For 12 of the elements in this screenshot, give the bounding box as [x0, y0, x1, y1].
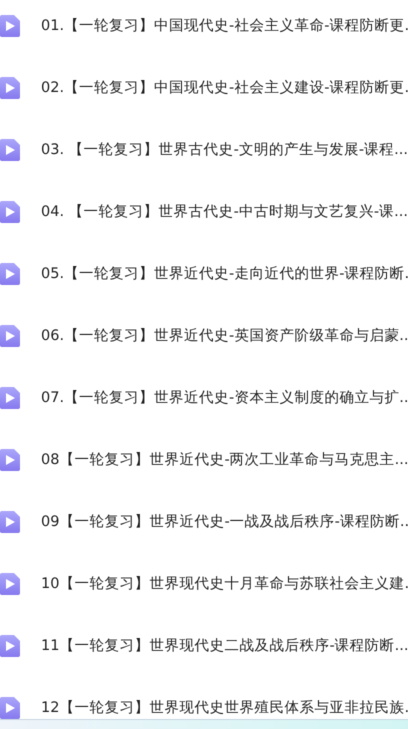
lesson-title[interactable]: 06.【一轮复习】世界近代史-英国资产阶级革命与启蒙.. — [41, 325, 408, 347]
lesson-title[interactable]: 02.【一轮复习】中国现代史-社会主义建设-课程防断更. — [41, 77, 408, 99]
lesson-title[interactable]: 07.【一轮复习】世界近代史-资本主义制度的确立与扩.. — [41, 387, 408, 409]
lesson-title[interactable]: 05.【一轮复习】世界近代史-走向近代的世界-课程防断. — [41, 263, 408, 285]
lesson-title[interactable]: 12【一轮复习】世界现代史世界殖民体系与亚非拉民族. — [41, 697, 408, 719]
lesson-title[interactable]: 04. 【一轮复习】世界古代史-中古时期与文艺复兴-课... — [41, 201, 408, 223]
lesson-title[interactable]: 01.【一轮复习】中国现代史-社会主义革命-课程防断更. — [41, 15, 408, 37]
lesson-title[interactable]: 03. 【一轮复习】世界古代史-文明的产生与发展-课程... — [41, 139, 408, 161]
lesson-title[interactable]: 10【一轮复习】世界现代史十月革命与苏联社会主义建. — [41, 573, 408, 595]
lesson-title[interactable]: 09【一轮复习】世界近代史-一战及战后秩序-课程防断.. — [41, 511, 408, 533]
lesson-title[interactable]: 11【一轮复习】世界现代史二战及战后秩序-课程防断... — [41, 635, 408, 657]
lesson-title[interactable]: 08【一轮复习】世界近代史-两次工业革命与马克思主... — [41, 449, 408, 471]
